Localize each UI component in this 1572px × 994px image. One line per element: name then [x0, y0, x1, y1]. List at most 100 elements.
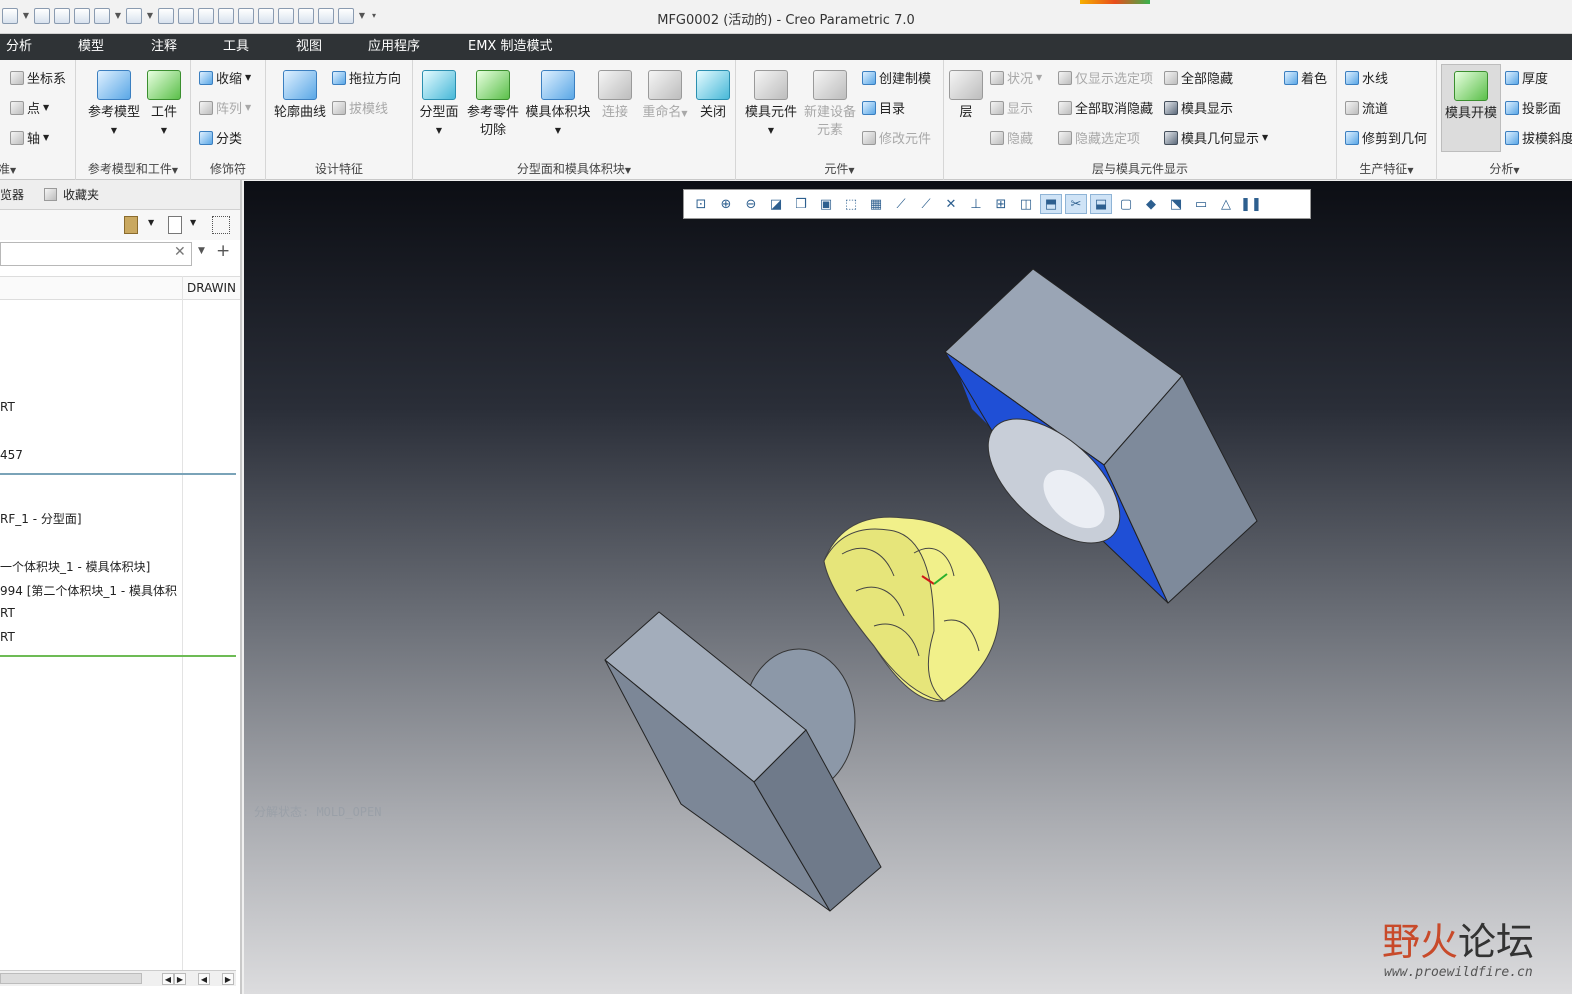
upper-mold-plate[interactable]	[944, 268, 1258, 604]
close-button[interactable]: 关闭	[693, 70, 733, 122]
hide-selected-button[interactable]: 隐藏选定项	[1058, 128, 1140, 147]
new-equipment-element-button[interactable]: 新建设备元素	[802, 70, 858, 140]
connect-button[interactable]: 连接	[595, 70, 635, 122]
tree-item[interactable]: RF_1 - 分型面]	[0, 510, 182, 527]
shaded-icon[interactable]: ◆	[1140, 194, 1162, 214]
tab-emx[interactable]: EMX 制造模式	[454, 34, 574, 60]
rename-button[interactable]: 重命名▼	[637, 70, 693, 123]
group-label[interactable]: 生产特征▼	[1337, 160, 1436, 177]
waterline-button[interactable]: 水线	[1345, 68, 1388, 87]
tab-model[interactable]: 模型	[60, 34, 134, 60]
repaint-icon[interactable]: ◪	[765, 194, 787, 214]
runner-button[interactable]: 流道	[1345, 98, 1388, 117]
lower-mold-plate[interactable]	[604, 611, 882, 912]
chevron-down-icon[interactable]: ▼	[198, 246, 205, 256]
mold-open-toggle-icon[interactable]: ⬓	[1090, 194, 1112, 214]
molded-part[interactable]	[823, 516, 1000, 702]
tab-favorites[interactable]: 收藏夹	[44, 186, 99, 203]
tab-browser[interactable]: 浏览器	[0, 186, 24, 203]
shade-button[interactable]: 着色	[1284, 68, 1327, 87]
parting-surface-button[interactable]: 分型面 ▼	[417, 70, 461, 140]
chevron-down-icon[interactable]: ▼	[148, 218, 154, 227]
thickness-button[interactable]: 厚度	[1505, 68, 1548, 87]
mold-display-toggle-icon[interactable]: ⬒	[1040, 194, 1062, 214]
catalog-button[interactable]: 目录	[862, 98, 905, 117]
pause-icon[interactable]: ❚❚	[1240, 194, 1262, 214]
mold-open-button[interactable]: 模具开模	[1441, 64, 1501, 152]
display-style-icon[interactable]: ❒	[790, 194, 812, 214]
chevron-right-icon[interactable]: ▶	[222, 973, 234, 985]
tab-analysis[interactable]: 分析	[0, 34, 60, 60]
graphics-viewport[interactable]: ⊡ ⊕ ⊖ ◪ ❒ ▣ ⬚ ▦ ⟋ ⟋ ✕ ⊥ ⊞ ◫ ⬒ ✂ ⬓ ▢ ◆ ⬔ …	[244, 181, 1572, 994]
plane-display-icon[interactable]: ⟋	[890, 194, 912, 214]
add-icon[interactable]: +	[216, 241, 230, 261]
scrollbar-thumb[interactable]	[0, 973, 142, 984]
tab-annotation[interactable]: 注释	[134, 34, 206, 60]
classify-button[interactable]: 分类	[199, 128, 242, 147]
tree-item[interactable]: RT	[0, 400, 182, 414]
chevron-down-icon[interactable]: ▼	[190, 218, 196, 227]
hide-button[interactable]: 隐藏	[990, 128, 1033, 147]
tab-tools[interactable]: 工具	[206, 34, 278, 60]
zoom-in-icon[interactable]: ⊕	[715, 194, 737, 214]
pattern-button[interactable]: 阵列 ▼	[199, 98, 251, 117]
group-label[interactable]: 分析▼	[1437, 160, 1572, 177]
status-button[interactable]: 状况 ▼	[990, 68, 1042, 87]
axis-display-icon[interactable]: ⟋	[915, 194, 937, 214]
unhide-all-button[interactable]: 全部取消隐藏	[1058, 98, 1153, 117]
horizontal-scrollbar[interactable]: ◀ ▶ ◀ ▶	[0, 970, 236, 986]
coord-sys-button[interactable]: 坐标系	[10, 68, 66, 87]
component-toggle-icon[interactable]: ▢	[1115, 194, 1137, 214]
projected-area-button[interactable]: 投影面	[1505, 98, 1561, 117]
list-view-icon[interactable]	[168, 216, 182, 234]
group-label[interactable]: 准▼	[0, 160, 75, 177]
group-label[interactable]: 分型面和模具体积块▼	[413, 160, 735, 177]
draft-line-button[interactable]: 拔模线	[332, 98, 388, 117]
zoom-out-icon[interactable]: ⊖	[740, 194, 762, 214]
tree-item[interactable]: RT	[0, 606, 182, 620]
explode-toggle-icon[interactable]: ✂	[1065, 194, 1087, 214]
modify-component-button[interactable]: 修改元件	[862, 128, 931, 147]
show-button[interactable]: 显示	[990, 98, 1033, 117]
group-label[interactable]: 元件▼	[736, 160, 943, 177]
tree-item[interactable]: 994 [第二个体积块_1 - 模具体积	[0, 582, 182, 599]
point-display-icon[interactable]: ✕	[940, 194, 962, 214]
mold-display-button[interactable]: 模具显示	[1164, 98, 1233, 117]
workpiece-button[interactable]: 工件 ▼	[144, 70, 184, 140]
annotation-display-icon[interactable]: ⊞	[990, 194, 1012, 214]
hide-all-button[interactable]: 全部隐藏	[1164, 68, 1233, 87]
search-input[interactable]	[0, 242, 192, 266]
axis-button[interactable]: 轴 ▼	[10, 128, 49, 147]
filter-icon[interactable]	[212, 216, 230, 234]
create-mold-button[interactable]: 创建制模	[862, 68, 931, 87]
tab-applications[interactable]: 应用程序	[352, 34, 454, 60]
shrink-button[interactable]: 收缩 ▼	[199, 68, 251, 87]
chevron-left-icon[interactable]: ◀	[162, 973, 174, 985]
mold-component-button[interactable]: 模具元件 ▼	[740, 70, 802, 140]
close-icon[interactable]: ✕	[174, 244, 186, 260]
csys-display-icon[interactable]: ⊥	[965, 194, 987, 214]
perspective-icon[interactable]: ▦	[865, 194, 887, 214]
chevron-left-icon[interactable]: ◀	[198, 973, 210, 985]
ref-part-cut-button[interactable]: 参考零件切除	[465, 70, 521, 140]
mold-volume-button[interactable]: 模具体积块 ▼	[523, 70, 593, 140]
point-button[interactable]: 点 ▼	[10, 98, 49, 117]
profile-curve-button[interactable]: 轮廓曲线	[272, 70, 328, 122]
tree-item[interactable]: RT	[0, 630, 182, 644]
ref-model-button[interactable]: 参考模型 ▼	[86, 70, 142, 140]
chevron-right-icon[interactable]: ▶	[174, 973, 186, 985]
refit-icon[interactable]: ⊡	[690, 194, 712, 214]
tree-item[interactable]: 一个体积块_1 - 模具体积块]	[0, 558, 182, 575]
mold-geom-display-button[interactable]: 模具几何显示 ▼	[1164, 128, 1268, 147]
view-manager-icon[interactable]: ⬚	[840, 194, 862, 214]
saved-orientations-icon[interactable]: ▣	[815, 194, 837, 214]
tab-view[interactable]: 视图	[278, 34, 352, 60]
trim-geom-button[interactable]: 修剪到几何	[1345, 128, 1427, 147]
group-label[interactable]: 参考模型和工件▼	[76, 160, 190, 177]
draft-check-button[interactable]: 拔模斜度	[1505, 128, 1572, 147]
settings-icon[interactable]	[124, 216, 138, 234]
pull-direction-button[interactable]: 拖拉方向	[332, 68, 401, 87]
section-icon[interactable]: ⬔	[1165, 194, 1187, 214]
spin-center-icon[interactable]: ◫	[1015, 194, 1037, 214]
hidden-line-icon[interactable]: ▭	[1190, 194, 1212, 214]
